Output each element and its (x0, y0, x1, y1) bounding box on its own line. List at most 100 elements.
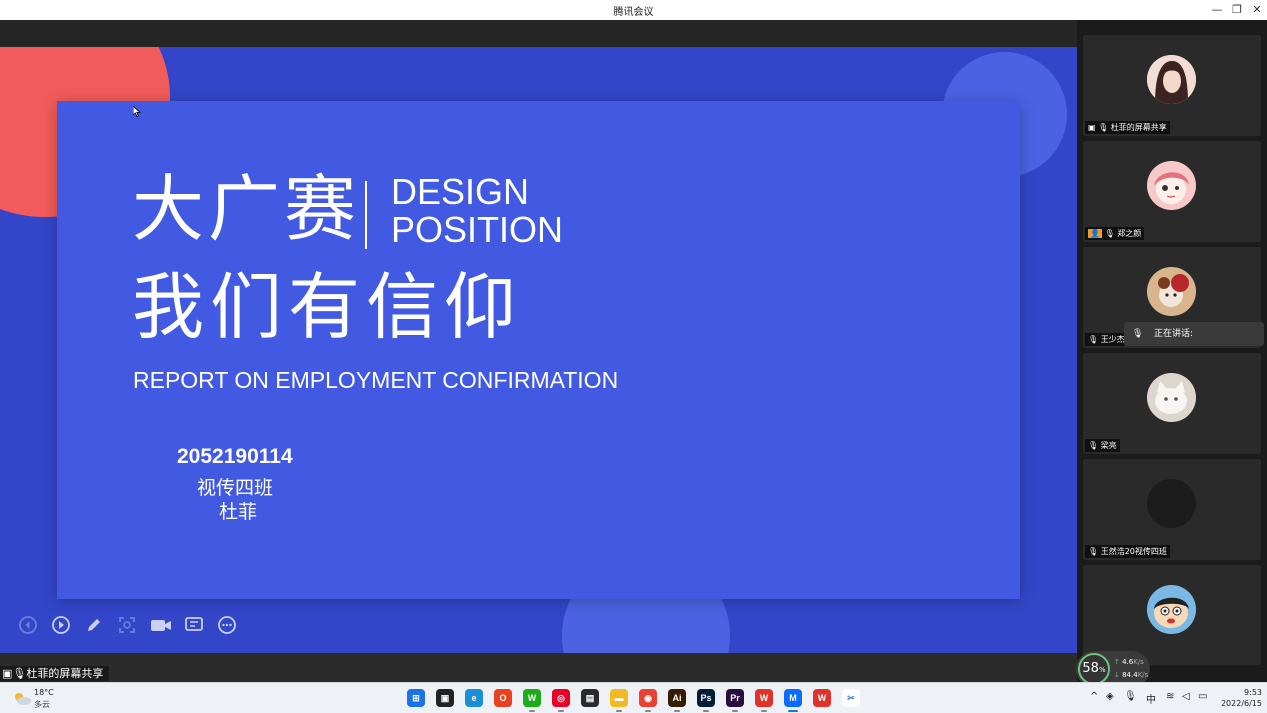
close-button[interactable]: ✕ (1248, 2, 1266, 18)
pen-icon[interactable] (84, 615, 104, 635)
participant-label: 👤 🎙 郑之颜 (1085, 227, 1145, 240)
shared-screen-top-bar (0, 20, 1077, 47)
screen-share-icon: ▣ (2, 667, 13, 680)
running-indicator (703, 710, 709, 712)
cpu-usage-gauge: 58% (1078, 653, 1110, 685)
running-indicator (529, 710, 535, 712)
mic-icon: 🎙 (1098, 123, 1111, 132)
camera-icon[interactable] (150, 615, 171, 635)
running-indicator (645, 710, 651, 712)
avatar (1147, 585, 1196, 634)
download-speed: ↓ 84.4K/s (1114, 671, 1149, 679)
wps-office-icon[interactable]: W (813, 689, 831, 707)
mic-icon: 🎙 (1088, 335, 1101, 344)
snipping-tool-icon[interactable]: ✂ (842, 689, 860, 707)
more-icon[interactable] (217, 615, 237, 635)
avatar (1147, 373, 1196, 422)
white-cat-icon (1147, 373, 1196, 422)
avatar (1147, 267, 1196, 316)
pink-character-icon (1147, 161, 1196, 210)
class-name: 视传四班 (197, 477, 274, 499)
play-icon[interactable] (51, 615, 71, 635)
clock-date[interactable]: 2022/6/15 (1212, 699, 1262, 708)
prev-icon[interactable] (18, 615, 38, 635)
participant-label: 🎙 王然浩20视传四班 (1085, 545, 1170, 558)
participant-sidebar: ▣ 🎙 杜菲的屏幕共享 👤 🎙 郑之颜 🎙 王少杰 🎙 梁亮 🎙 王然浩20视传… (1077, 20, 1267, 682)
office-icon[interactable]: O (494, 689, 512, 707)
wifi-icon[interactable]: ≋ (1166, 691, 1174, 702)
window-title: 腾讯会议 (613, 7, 654, 18)
netease-music-icon[interactable]: ◎ (552, 689, 570, 707)
slide-title-en-line2: POSITION (391, 209, 564, 250)
minimize-button[interactable]: — (1208, 2, 1226, 18)
screenshot-icon[interactable] (117, 615, 137, 635)
title-bar: 腾讯会议 — ❐ ✕ (0, 0, 1267, 20)
illustrator-icon[interactable]: Ai (668, 689, 686, 707)
participant-tile[interactable] (1083, 565, 1261, 665)
slide-subtitle: REPORT ON EMPLOYMENT CONFIRMATION (133, 367, 619, 393)
slide-title-en: DESIGN POSITION (391, 173, 563, 249)
chevron-up-icon[interactable]: ^ (1090, 691, 1098, 702)
battery-icon[interactable]: ▭ (1198, 691, 1207, 702)
slide-card: 大广赛 DESIGN POSITION 我们有信仰 REPORT ON EMPL… (57, 101, 1020, 599)
mic-icon: 🎙 (1104, 229, 1118, 238)
avatar (1147, 479, 1196, 528)
red-flower-girl-icon (1147, 267, 1196, 316)
running-indicator (732, 710, 738, 712)
participant-label: 🎙 梁亮 (1085, 439, 1120, 452)
speaking-indicator: 🎙 正在讲话: (1124, 322, 1264, 346)
running-indicator (616, 710, 622, 712)
slide-title-cn: 大广赛 (132, 167, 361, 251)
student-id: 2052190114 (177, 445, 293, 468)
volume-icon[interactable]: ◁ (1182, 691, 1190, 702)
taskbar: 18°C 多云 ⊞ ▣ e O W ◎ ▤ ▬ ◉ Ai Ps Pr W M W ✂ ^ ◈ 🎙 中 ≋ ◁ … (0, 682, 1267, 713)
slide-headline: 我们有信仰 (132, 265, 523, 349)
participant-label: ▣ 🎙 杜菲的屏幕共享 (1085, 121, 1170, 134)
photoshop-icon[interactable]: Ps (697, 689, 715, 707)
presentation-stage[interactable]: 大广赛 DESIGN POSITION 我们有信仰 REPORT ON EMPL… (0, 47, 1077, 653)
girl-portrait-icon (1147, 55, 1196, 104)
running-indicator (558, 710, 564, 712)
restore-button[interactable]: ❐ (1228, 2, 1246, 18)
upload-speed: ↑ 4.6K/s (1114, 658, 1144, 666)
file-explorer-icon[interactable]: ▬ (610, 689, 628, 707)
running-indicator (761, 710, 767, 712)
participant-tile[interactable]: ▣ 🎙 杜菲的屏幕共享 (1083, 35, 1261, 136)
shared-screen-area: 大广赛 DESIGN POSITION 我们有信仰 REPORT ON EMPL… (0, 20, 1077, 682)
screen-share-label-text: 杜菲的屏幕共享 (26, 667, 104, 680)
edge-icon[interactable]: e (465, 689, 483, 707)
weather-desc: 多云 (34, 700, 50, 709)
chrome-icon[interactable]: ◉ (639, 689, 657, 707)
premiere-icon[interactable]: Pr (726, 689, 744, 707)
running-indicator (788, 710, 798, 712)
participant-tile[interactable]: 👤 🎙 郑之颜 (1083, 141, 1261, 242)
participant-label: 🎙 王少杰 (1085, 333, 1128, 346)
mic-icon: 🎙 (1088, 547, 1101, 556)
user-icon: 👤 (1088, 229, 1102, 238)
weather-temp: 18°C (34, 688, 54, 697)
security-icon[interactable]: ◈ (1106, 691, 1114, 702)
mouse-cursor-icon (133, 106, 141, 117)
presenter-name: 杜菲 (219, 501, 258, 523)
screen-share-icon: ▣ (1088, 123, 1099, 132)
avatar (1147, 55, 1196, 104)
ime-indicator[interactable]: 中 (1146, 691, 1156, 706)
clock-time[interactable]: 9:53 (1216, 688, 1262, 697)
cartoon-boy-icon (1147, 585, 1196, 634)
task-view-icon[interactable]: ▣ (436, 689, 454, 707)
participant-tile[interactable]: 🎙 梁亮 (1083, 353, 1261, 454)
tencent-meeting-icon[interactable]: M (784, 689, 802, 707)
start-icon[interactable]: ⊞ (407, 689, 425, 707)
mic-icon: 🎙 (1132, 329, 1144, 339)
chat-icon[interactable] (184, 615, 204, 635)
mic-icon[interactable]: 🎙 (1124, 691, 1137, 702)
wechat-icon[interactable]: W (523, 689, 541, 707)
screen-share-label: ▣🎙杜菲的屏幕共享 (0, 666, 110, 681)
speaking-label: 正在讲话: (1154, 329, 1194, 339)
wps-icon[interactable]: W (755, 689, 773, 707)
avatar (1147, 161, 1196, 210)
weather-icon (12, 689, 32, 707)
sticky-notes-icon[interactable]: ▤ (581, 689, 599, 707)
participant-tile[interactable]: 🎙 王然浩20视传四班 (1083, 459, 1261, 560)
mic-icon: 🎙 (12, 667, 27, 680)
